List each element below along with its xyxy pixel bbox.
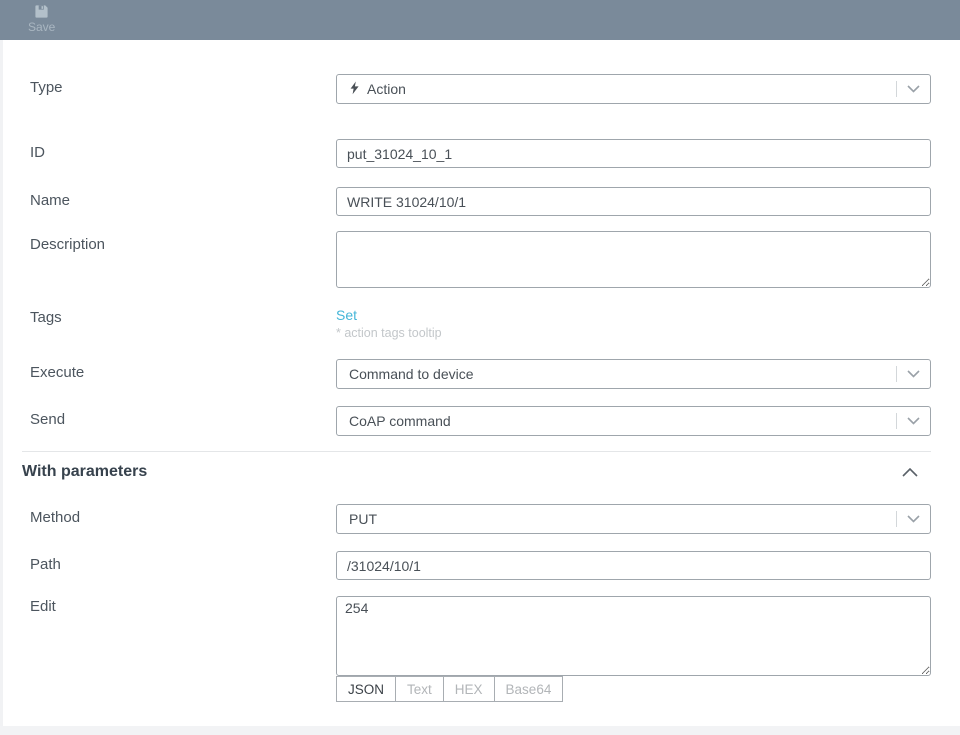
bottom-edge-strip: [0, 726, 960, 735]
type-label: Type: [30, 74, 336, 97]
chevron-down-icon: [897, 515, 930, 523]
description-row: Description: [30, 231, 931, 288]
type-row: Type Action: [30, 74, 931, 104]
id-label: ID: [30, 139, 336, 162]
lightning-bolt-icon: [349, 81, 360, 98]
name-row: Name: [30, 187, 931, 216]
execute-dropdown-value: Command to device: [349, 366, 474, 382]
tags-tooltip-text: * action tags tooltip: [336, 325, 931, 342]
tags-label: Tags: [30, 307, 336, 327]
tags-row: Tags Set * action tags tooltip: [30, 307, 931, 342]
send-row: Send CoAP command: [30, 406, 931, 436]
save-button[interactable]: Save: [20, 0, 63, 36]
tab-base64[interactable]: Base64: [494, 676, 564, 702]
toolbar: Save: [0, 0, 960, 40]
type-dropdown-value: Action: [367, 81, 406, 97]
tab-text[interactable]: Text: [395, 676, 444, 702]
save-floppy-icon: [34, 4, 49, 19]
description-label: Description: [30, 231, 336, 254]
name-label: Name: [30, 187, 336, 210]
execute-dropdown[interactable]: Command to device: [336, 359, 931, 389]
tab-json[interactable]: JSON: [336, 676, 396, 702]
with-parameters-title: With parameters: [22, 463, 902, 481]
edit-payload-textarea[interactable]: 254: [336, 596, 931, 676]
send-dropdown[interactable]: CoAP command: [336, 406, 931, 436]
edit-row: Edit 254 JSON Text HEX Base64: [30, 596, 931, 702]
type-dropdown[interactable]: Action: [336, 74, 931, 104]
set-tags-link[interactable]: Set: [336, 307, 931, 324]
send-label: Send: [30, 406, 336, 429]
payload-format-tabs: JSON Text HEX Base64: [336, 676, 931, 702]
chevron-down-icon: [897, 85, 930, 93]
send-dropdown-value: CoAP command: [349, 413, 451, 429]
with-parameters-header[interactable]: With parameters: [22, 463, 931, 481]
edit-label: Edit: [30, 596, 336, 616]
execute-label: Execute: [30, 359, 336, 382]
method-dropdown[interactable]: PUT: [336, 504, 931, 534]
id-row: ID: [30, 139, 931, 168]
method-dropdown-value: PUT: [349, 511, 377, 527]
section-divider: [22, 451, 931, 452]
chevron-up-icon[interactable]: [902, 468, 931, 477]
description-textarea[interactable]: [336, 231, 931, 288]
tab-hex[interactable]: HEX: [443, 676, 495, 702]
name-input[interactable]: [336, 187, 931, 216]
action-form: Type Action ID: [0, 40, 960, 702]
method-label: Method: [30, 504, 336, 527]
method-row: Method PUT: [30, 504, 931, 534]
id-input[interactable]: [336, 139, 931, 168]
left-edge-strip: [0, 40, 3, 735]
execute-row: Execute Command to device: [30, 359, 931, 389]
path-row: Path: [30, 551, 931, 580]
chevron-down-icon: [897, 417, 930, 425]
path-label: Path: [30, 551, 336, 574]
save-button-label: Save: [28, 20, 55, 34]
chevron-down-icon: [897, 370, 930, 378]
path-input[interactable]: [336, 551, 931, 580]
